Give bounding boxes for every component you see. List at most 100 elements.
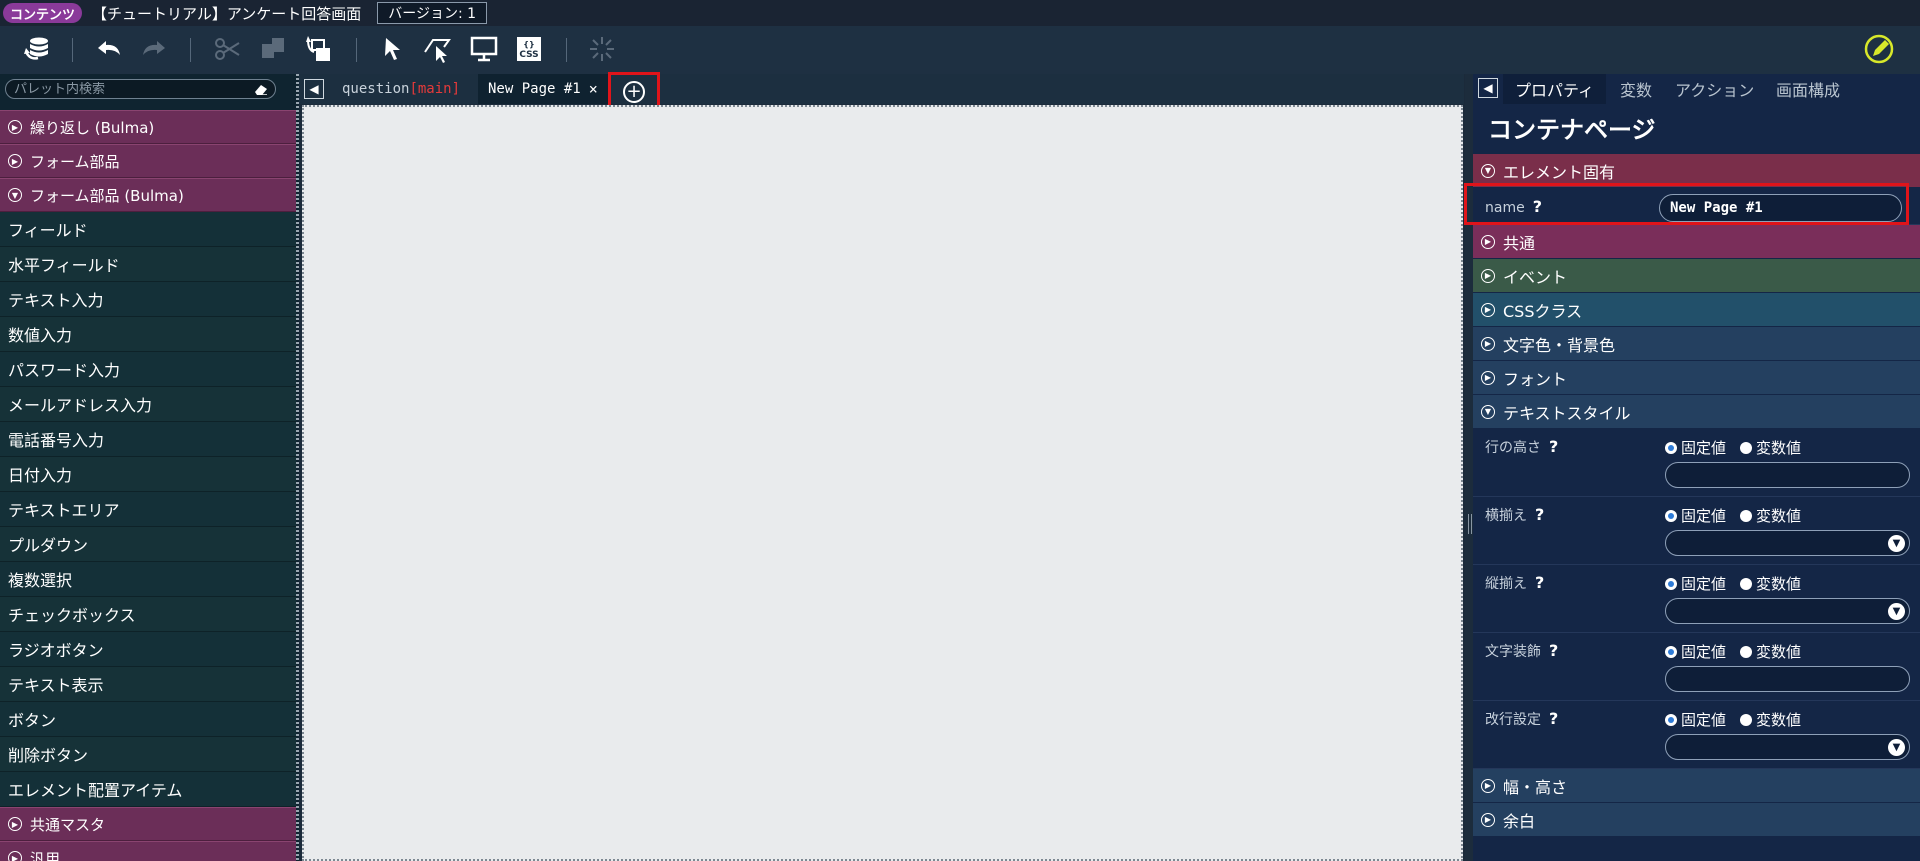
text-decoration-input[interactable] — [1665, 666, 1910, 692]
loading-icon — [585, 32, 619, 66]
line-break-select[interactable]: ▼ — [1665, 734, 1910, 760]
element-type-title: コンテナページ — [1488, 116, 1656, 144]
radio-variable[interactable] — [1740, 441, 1753, 454]
palette-item[interactable]: 水平フィールド — [0, 247, 296, 282]
radio-fixed[interactable] — [1665, 713, 1677, 726]
palette-item[interactable]: 電話番号入力 — [0, 422, 296, 457]
section-size[interactable]: ▶ 幅・高さ — [1473, 769, 1920, 802]
text-align-select[interactable]: ▼ — [1665, 530, 1910, 556]
palette-item[interactable]: ラジオボタン — [0, 632, 296, 667]
palette-item[interactable]: 削除ボタン — [0, 737, 296, 772]
play-icon: ▶ — [8, 817, 22, 831]
text-align-row: 横揃え? 固定値 変数値 ▼ — [1473, 497, 1920, 565]
palette-item[interactable]: テキスト入力 — [0, 282, 296, 317]
chevron-down-icon: ▼ — [1888, 739, 1905, 756]
help-icon[interactable]: ? — [1549, 641, 1558, 660]
cut-icon[interactable] — [210, 32, 244, 66]
section-css-class[interactable]: ▶ CSSクラス — [1473, 293, 1920, 326]
palette-category[interactable]: ▶ 共通マスタ — [0, 807, 296, 841]
palette-item[interactable]: パスワード入力 — [0, 352, 296, 387]
chevron-down-icon: ▼ — [1888, 535, 1905, 552]
play-icon: ▶ — [1481, 268, 1495, 283]
chevron-down-icon: ▼ — [1481, 404, 1495, 419]
main-toolbar: {} CSS — [0, 26, 1920, 74]
design-canvas[interactable] — [302, 105, 1463, 861]
palette-item[interactable]: メールアドレス入力 — [0, 387, 296, 422]
palette-item[interactable]: エレメント配置アイテム — [0, 772, 296, 807]
palette-category[interactable]: ▶ 汎用 — [0, 841, 296, 861]
paste-icon[interactable] — [302, 32, 336, 66]
redo-icon[interactable] — [137, 32, 171, 66]
palette-category[interactable]: ▼ フォーム部品 (Bulma) — [0, 178, 296, 212]
tab-screen-structure[interactable]: 画面構成 — [1764, 74, 1852, 104]
chevron-down-icon: ▼ — [1481, 163, 1495, 178]
title-bar: コンテンツ 【チュートリアル】アンケート回答画面 バージョン: 1 — [0, 0, 1920, 26]
page-tabs: ◀ question [main] New Page #1 × + — [299, 72, 1464, 112]
palette-item[interactable]: テキスト表示 — [0, 667, 296, 702]
radio-fixed[interactable] — [1665, 441, 1677, 454]
section-common[interactable]: ▶ 共通 — [1473, 225, 1920, 258]
database-icon[interactable] — [20, 32, 54, 66]
palette-item[interactable]: 数値入力 — [0, 317, 296, 352]
palette-item[interactable]: 複数選択 — [0, 562, 296, 597]
app-title: 【チュートリアル】アンケート回答画面 — [92, 4, 362, 23]
play-icon: ▶ — [1481, 812, 1495, 827]
palette-item[interactable]: チェックボックス — [0, 597, 296, 632]
name-field-highlight — [1464, 183, 1909, 225]
help-icon[interactable]: ? — [1549, 437, 1558, 456]
tab-variables[interactable]: 変数 — [1608, 74, 1664, 104]
palette-search-input[interactable] — [6, 81, 246, 97]
radio-variable[interactable] — [1740, 577, 1753, 590]
help-icon[interactable]: ? — [1549, 709, 1558, 728]
palette-category[interactable]: ▶ 繰り返し (Bulma) — [0, 110, 296, 144]
help-icon[interactable]: ? — [1535, 573, 1544, 592]
name-input[interactable] — [1659, 194, 1902, 222]
section-event[interactable]: ▶ イベント — [1473, 259, 1920, 292]
play-icon: ▶ — [1481, 778, 1495, 793]
radio-fixed[interactable] — [1665, 645, 1677, 658]
section-font[interactable]: ▶ フォント — [1473, 361, 1920, 394]
chevron-down-icon: ▼ — [1888, 603, 1905, 620]
line-height-input[interactable] — [1665, 462, 1910, 488]
section-color[interactable]: ▶ 文字色・背景色 — [1473, 327, 1920, 360]
tab-properties[interactable]: プロパティ — [1503, 74, 1607, 104]
palette-item[interactable]: ボタン — [0, 702, 296, 737]
svg-text:{}: {} — [523, 40, 534, 49]
css-icon[interactable]: {} CSS — [512, 32, 546, 66]
radio-variable[interactable] — [1740, 713, 1753, 726]
help-icon[interactable]: ? — [1535, 505, 1544, 524]
close-icon[interactable]: × — [589, 80, 598, 98]
eraser-icon[interactable] — [253, 83, 269, 95]
collapse-right-icon[interactable]: ◀ — [1478, 78, 1498, 98]
palette-list: ▶ 繰り返し (Bulma) ▶ フォーム部品 ▼ フォーム部品 (Bulma) フィ… — [0, 110, 296, 861]
tab-new-page[interactable]: New Page #1 × — [478, 74, 608, 104]
radio-variable[interactable] — [1740, 509, 1753, 522]
play-icon: ▶ — [1481, 234, 1495, 249]
section-margin[interactable]: ▶ 余白 — [1473, 803, 1920, 836]
palette-item[interactable]: フィールド — [0, 212, 296, 247]
palette-item[interactable]: テキストエリア — [0, 492, 296, 527]
section-text-style[interactable]: ▼ テキストスタイル — [1473, 395, 1920, 428]
radio-variable[interactable] — [1740, 645, 1753, 658]
chevron-down-icon: ▼ — [8, 188, 22, 202]
play-icon: ▶ — [8, 120, 22, 134]
radio-fixed[interactable] — [1665, 577, 1677, 590]
tab-actions[interactable]: アクション — [1663, 74, 1766, 104]
vertical-align-select[interactable]: ▼ — [1665, 598, 1910, 624]
radio-fixed[interactable] — [1665, 509, 1677, 522]
svg-text:CSS: CSS — [519, 50, 538, 60]
palette-item[interactable]: プルダウン — [0, 527, 296, 562]
edit-icon[interactable] — [1862, 32, 1896, 66]
undo-icon[interactable] — [92, 32, 126, 66]
collapse-left-icon[interactable]: ◀ — [304, 79, 324, 99]
monitor-icon[interactable] — [467, 32, 501, 66]
tab-question[interactable]: question [main] — [342, 74, 460, 104]
palette-search[interactable] — [5, 79, 276, 99]
left-splitter[interactable] — [296, 74, 299, 861]
multiselect-icon[interactable] — [420, 32, 454, 66]
copy-icon[interactable] — [256, 32, 290, 66]
palette-item[interactable]: 日付入力 — [0, 457, 296, 492]
select-icon[interactable] — [376, 32, 410, 66]
palette-category[interactable]: ▶ フォーム部品 — [0, 144, 296, 178]
play-icon: ▶ — [1481, 370, 1495, 385]
